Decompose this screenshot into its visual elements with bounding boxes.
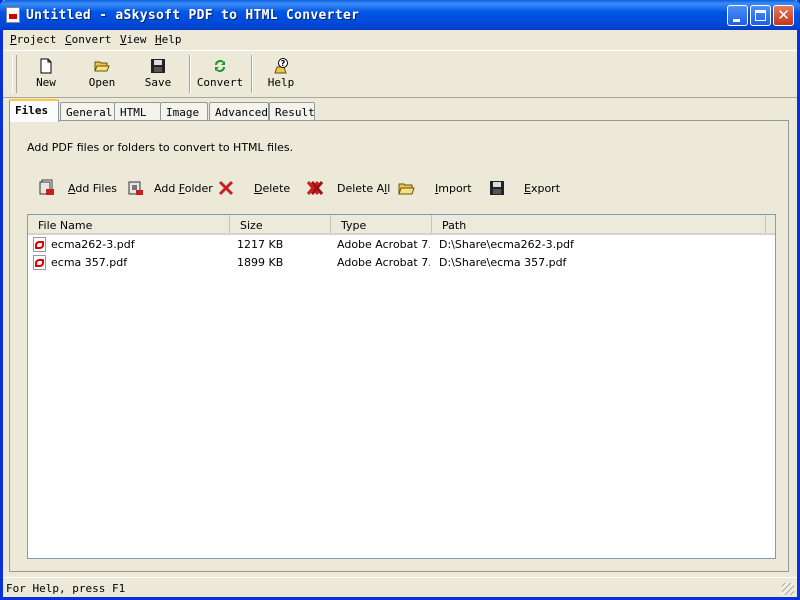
column-type[interactable]: Type — [331, 215, 432, 233]
open-button[interactable]: Open — [77, 55, 127, 93]
help-button[interactable]: ? Help — [256, 55, 306, 93]
minimize-button[interactable] — [727, 5, 748, 26]
red-double-x-icon — [306, 181, 324, 195]
toolbar-grip[interactable] — [12, 55, 17, 93]
file-type-cell: Adobe Acrobat 7... — [337, 256, 430, 269]
column-file-name[interactable]: File Name — [28, 215, 230, 233]
delete-button[interactable]: Delete — [217, 179, 292, 199]
toolbar-separator — [251, 55, 253, 93]
file-list[interactable]: File Name Size Type Path ecma262-3.pdf 1… — [27, 214, 776, 559]
file-name-cell: ecma 357.pdf — [51, 256, 128, 269]
tab-general[interactable]: General — [60, 102, 115, 120]
menu-project[interactable]: Project — [10, 33, 56, 46]
help-icon: ? — [274, 58, 288, 74]
tab-files[interactable]: Files — [9, 99, 59, 122]
table-row[interactable]: ecma262-3.pdf 1217 KB Adobe Acrobat 7...… — [28, 236, 775, 254]
import-button[interactable]: Import — [398, 179, 472, 199]
close-button[interactable]: ✕ — [773, 5, 794, 26]
export-floppy-icon — [490, 181, 504, 195]
pdf-file-icon — [33, 255, 46, 270]
new-document-icon — [40, 58, 52, 74]
convert-button[interactable]: Convert — [194, 55, 246, 93]
add-files-icon — [39, 179, 54, 195]
app-window: Untitled - aSkysoft PDF to HTML Converte… — [0, 0, 800, 600]
window-title: Untitled - aSkysoft PDF to HTML Converte… — [26, 8, 360, 23]
add-files-button[interactable]: Add Files — [38, 179, 118, 199]
import-folder-icon — [398, 183, 415, 195]
column-size[interactable]: Size — [230, 215, 331, 233]
file-size-cell: 1217 KB — [237, 238, 284, 251]
new-button[interactable]: New — [21, 55, 71, 93]
menu-view[interactable]: View — [120, 33, 147, 46]
delete-all-button[interactable]: Delete All — [306, 179, 390, 199]
tab-html[interactable]: HTML — [114, 102, 161, 120]
menu-help[interactable]: Help — [155, 33, 182, 46]
close-icon: ✕ — [777, 6, 790, 24]
tab-image[interactable]: Image — [160, 102, 208, 120]
floppy-disk-icon — [151, 59, 165, 73]
list-header: File Name Size Type Path — [28, 215, 775, 235]
maximize-button[interactable] — [750, 5, 771, 26]
file-path-cell: D:\Share\ecma 357.pdf — [439, 256, 567, 269]
file-size-cell: 1899 KB — [237, 256, 284, 269]
file-name-cell: ecma262-3.pdf — [51, 238, 135, 251]
add-folder-icon — [128, 181, 143, 195]
svg-text:?: ? — [281, 59, 286, 68]
pdf-file-icon — [33, 237, 46, 252]
files-description: Add PDF files or folders to convert to H… — [27, 141, 294, 154]
menu-convert[interactable]: Convert — [65, 33, 111, 46]
pdf-app-icon[interactable] — [6, 7, 20, 23]
add-folder-button[interactable]: Add Folder — [127, 179, 213, 199]
files-panel: Add PDF files or folders to convert to H… — [9, 120, 789, 572]
menu-bar: Project Convert View Help — [3, 30, 797, 50]
resize-grip-icon[interactable] — [782, 583, 794, 595]
maximize-icon — [755, 10, 766, 21]
minimize-icon — [733, 19, 740, 22]
open-folder-icon — [94, 61, 110, 72]
red-x-icon — [218, 180, 234, 196]
tab-advanced[interactable]: Advanced — [209, 102, 269, 120]
save-button[interactable]: Save — [133, 55, 183, 93]
title-bar[interactable]: Untitled - aSkysoft PDF to HTML Converte… — [0, 0, 800, 30]
file-path-cell: D:\Share\ecma262-3.pdf — [439, 238, 574, 251]
column-path[interactable]: Path — [432, 215, 766, 233]
main-toolbar: New Open Save Convert ? Help — [3, 50, 797, 98]
file-type-cell: Adobe Acrobat 7... — [337, 238, 430, 251]
export-button[interactable]: Export — [488, 179, 560, 199]
status-text: For Help, press F1 — [6, 582, 126, 595]
tab-result[interactable]: Result — [269, 102, 315, 120]
convert-arrows-icon — [215, 60, 225, 72]
status-bar: For Help, press F1 — [3, 577, 797, 598]
table-row[interactable]: ecma 357.pdf 1899 KB Adobe Acrobat 7... … — [28, 254, 775, 272]
toolbar-separator — [189, 55, 191, 93]
